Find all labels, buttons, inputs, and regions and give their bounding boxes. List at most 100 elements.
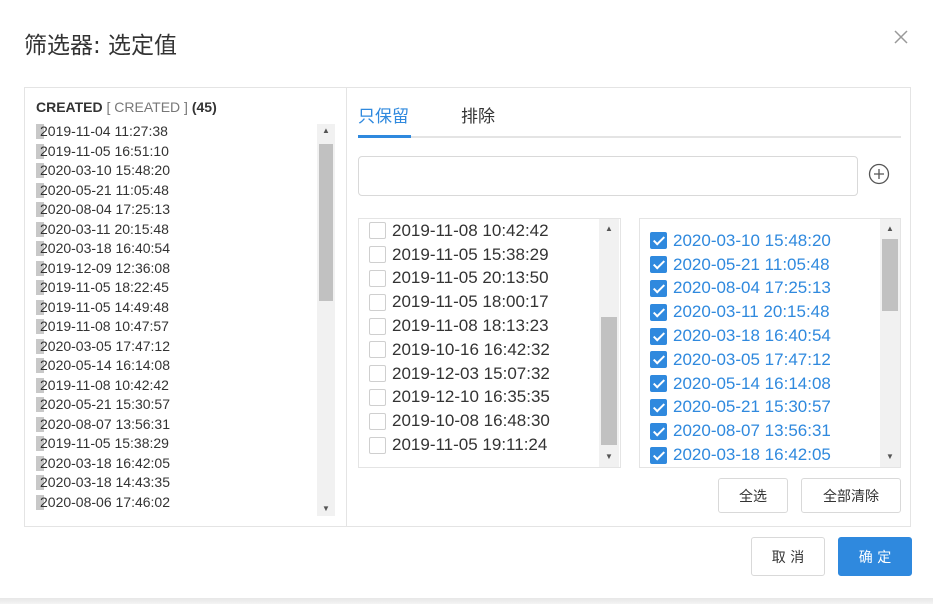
available-value-item[interactable]: 2019-11-05 18:00:17: [369, 290, 594, 314]
selected-value-item[interactable]: 2020-08-07 13:56:31: [650, 419, 875, 443]
field-value-item[interactable]: 2019-11-05 14:49:48: [36, 298, 316, 318]
checkbox-checked[interactable]: [650, 279, 667, 297]
checkbox[interactable]: [369, 341, 386, 359]
field-value-label: 2019-11-08 10:47:57: [40, 318, 169, 334]
field-values-list: 2019-11-04 11:27:38 2019-11-05 16:51:10 20…: [36, 122, 316, 515]
checkbox-checked[interactable]: [650, 446, 667, 464]
field-value-label: 2020-03-10 15:48:20: [40, 162, 170, 178]
field-value-item[interactable]: 2019-11-04 11:27:38: [36, 122, 316, 142]
dialog-title: 筛选器: 选定值: [24, 33, 178, 59]
scroll-thumb[interactable]: [882, 239, 898, 311]
available-value-item[interactable]: 2019-11-08 10:42:42: [369, 219, 594, 243]
available-value-item[interactable]: 2019-11-05 20:13:50: [369, 267, 594, 291]
scroll-thumb[interactable]: [601, 317, 617, 445]
checkbox[interactable]: [369, 365, 386, 383]
checkbox[interactable]: [369, 246, 386, 264]
selection-panel: 只保留 排除 2019-11-08 10:42:42 2019-11-05 15:…: [347, 88, 910, 526]
field-value-item[interactable]: 2019-11-08 10:42:42: [36, 376, 316, 396]
checkbox-checked[interactable]: [650, 303, 667, 321]
field-value-item[interactable]: 2020-05-21 15:30:57: [36, 395, 316, 415]
checkbox-checked[interactable]: [650, 256, 667, 274]
scroll-down-arrow-icon[interactable]: ▼: [880, 450, 900, 464]
selected-value-item[interactable]: 2020-03-11 20:15:48: [650, 300, 875, 324]
available-value-item[interactable]: 2019-11-08 18:13:23: [369, 314, 594, 338]
checkbox[interactable]: [369, 412, 386, 430]
field-value-item[interactable]: 2019-12-09 12:36:08: [36, 259, 316, 279]
field-value-item[interactable]: 2019-11-05 15:38:29: [36, 434, 316, 454]
field-value-item[interactable]: 2019-11-05 16:51:10: [36, 142, 316, 162]
scroll-thumb[interactable]: [319, 144, 333, 301]
clear-all-button[interactable]: 全部清除: [801, 478, 901, 513]
checkbox-checked[interactable]: [650, 422, 667, 440]
close-icon[interactable]: [892, 28, 912, 48]
value-label: 2019-10-08 16:48:30: [392, 411, 550, 431]
field-value-item[interactable]: 2020-03-10 15:48:20: [36, 161, 316, 181]
field-values-scrollbar[interactable]: ▲ ▼: [317, 124, 335, 516]
selected-value-item[interactable]: 2020-05-21 11:05:48: [650, 253, 875, 277]
scroll-up-arrow-icon[interactable]: ▲: [317, 124, 335, 138]
scroll-down-arrow-icon[interactable]: ▼: [317, 502, 335, 516]
selected-value-item[interactable]: 2020-05-14 16:14:08: [650, 372, 875, 396]
checkbox-checked[interactable]: [650, 327, 667, 345]
value-label: 2020-05-14 16:14:08: [673, 373, 831, 393]
tab-keep[interactable]: 只保留: [358, 102, 409, 127]
selected-value-item[interactable]: 2020-05-21 15:30:57: [650, 396, 875, 420]
field-value-item[interactable]: 2020-03-18 16:42:05: [36, 454, 316, 474]
value-label: 2020-05-21 11:05:48: [673, 254, 830, 274]
field-value-label: 2020-08-06 17:46:02: [40, 493, 170, 510]
field-value-item[interactable]: 2020-03-05 17:47:12: [36, 337, 316, 357]
available-value-item[interactable]: 2019-11-05 19:11:24: [369, 433, 594, 457]
search-input[interactable]: [358, 156, 858, 196]
field-value-label: 2019-11-05 18:22:45: [40, 279, 169, 295]
value-label: 2019-11-08 10:42:42: [392, 220, 549, 240]
value-label: 2019-11-05 19:11:24: [392, 435, 548, 455]
available-value-item[interactable]: 2019-10-08 16:48:30: [369, 409, 594, 433]
available-value-item[interactable]: 2019-12-03 15:07:32: [369, 362, 594, 386]
checkbox-checked[interactable]: [650, 351, 667, 369]
available-value-item[interactable]: 2019-12-10 16:35:35: [369, 386, 594, 410]
checkbox[interactable]: [369, 222, 386, 240]
field-value-item[interactable]: 2020-08-07 13:56:31: [36, 415, 316, 435]
value-label: 2020-08-07 13:56:31: [673, 421, 831, 441]
selected-value-item[interactable]: 2020-03-10 15:48:20: [650, 229, 875, 253]
page-backdrop-strip: [0, 598, 933, 604]
field-value-item[interactable]: 2020-03-18 14:43:35: [36, 473, 316, 493]
selected-value-item[interactable]: 2020-03-18 16:40:54: [650, 324, 875, 348]
available-scrollbar[interactable]: ▲ ▼: [599, 219, 619, 467]
field-value-item[interactable]: 2020-05-14 16:14:08: [36, 356, 316, 376]
checkbox[interactable]: [369, 269, 386, 287]
value-label: 2020-08-04 17:25:13: [673, 278, 831, 298]
checkbox[interactable]: [369, 317, 386, 335]
selected-value-item[interactable]: 2020-03-05 17:47:12: [650, 348, 875, 372]
checkbox-checked[interactable]: [650, 232, 667, 250]
checkbox-checked[interactable]: [650, 375, 667, 393]
add-circle-icon[interactable]: [868, 163, 890, 185]
cancel-button[interactable]: 取 消: [751, 537, 825, 576]
field-value-item[interactable]: 2020-08-04 17:25:13: [36, 200, 316, 220]
selected-value-item[interactable]: 2020-03-18 16:42:05: [650, 443, 875, 467]
field-name: CREATED: [36, 99, 103, 115]
checkbox[interactable]: [369, 436, 386, 454]
field-value-item[interactable]: 2019-11-05 18:22:45: [36, 278, 316, 298]
field-value-item[interactable]: 2020-08-06 17:46:02: [36, 493, 316, 513]
scroll-up-arrow-icon[interactable]: ▲: [880, 222, 900, 236]
available-value-item[interactable]: 2019-11-05 15:38:29: [369, 243, 594, 267]
checkbox[interactable]: [369, 293, 386, 311]
field-value-item[interactable]: 2020-03-18 16:40:54: [36, 239, 316, 259]
checkbox-checked[interactable]: [650, 398, 667, 416]
field-value-item[interactable]: 2020-05-21 11:05:48: [36, 181, 316, 201]
tab-exclude[interactable]: 排除: [461, 102, 495, 127]
field-value-item[interactable]: 2019-11-08 10:47:57: [36, 317, 316, 337]
selected-scrollbar[interactable]: ▲ ▼: [880, 219, 900, 467]
select-all-button[interactable]: 全选: [718, 478, 788, 513]
scroll-down-arrow-icon[interactable]: ▼: [599, 450, 619, 464]
available-value-item[interactable]: 2019-10-16 16:42:32: [369, 338, 594, 362]
value-label: 2019-11-05 15:38:29: [392, 244, 549, 264]
selected-value-item[interactable]: 2020-08-04 17:25:13: [650, 277, 875, 301]
value-label: 2019-11-05 20:13:50: [392, 268, 549, 288]
scroll-up-arrow-icon[interactable]: ▲: [599, 222, 619, 236]
checkbox[interactable]: [369, 388, 386, 406]
value-label: 2019-12-10 16:35:35: [392, 387, 550, 407]
field-value-item[interactable]: 2020-03-11 20:15:48: [36, 220, 316, 240]
confirm-button[interactable]: 确 定: [838, 537, 912, 576]
